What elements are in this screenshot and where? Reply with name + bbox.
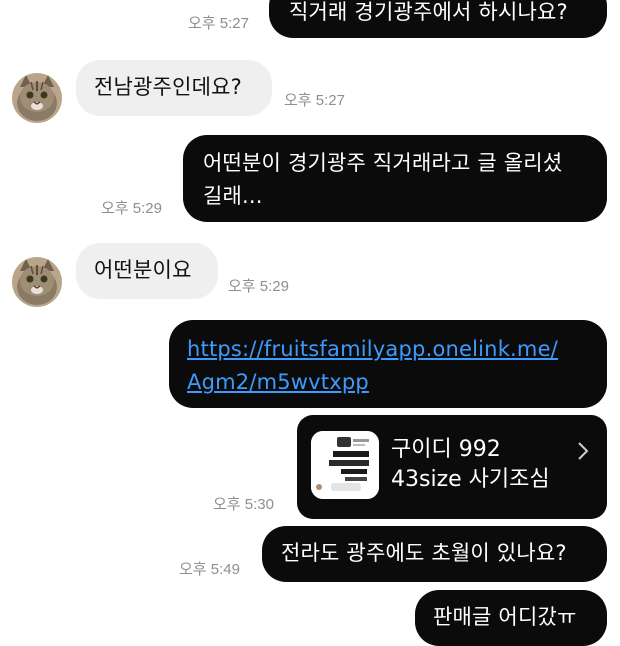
cat-avatar-icon[interactable]	[12, 73, 62, 123]
cat-avatar-icon[interactable]	[12, 257, 62, 307]
message-text: 어떤분이요	[94, 258, 192, 282]
message-text: 어떤분이 경기광주 직거래라고 글 올리셨	[203, 151, 563, 175]
timestamp: 오후 5:27	[284, 92, 345, 109]
outgoing-message[interactable]: 판매글 어디갔ㅠ	[415, 590, 607, 646]
timestamp: 오후 5:29	[228, 278, 289, 295]
outgoing-link-message[interactable]: https://fruitsfamilyapp.onelink.me/ Agm2…	[169, 320, 607, 408]
incoming-message[interactable]: 어떤분이요	[76, 243, 218, 299]
timestamp: 오후 5:49	[179, 561, 240, 578]
message-text: 직거래 경기광주에서 하시나요?	[289, 0, 568, 24]
timestamp: 오후 5:30	[213, 496, 274, 513]
message-text: 전라도 광주에도 초월이 있나요?	[281, 541, 567, 565]
timestamp: 오후 5:29	[101, 200, 162, 217]
message-text: 길래...	[203, 184, 263, 208]
timestamp: 오후 5:27	[188, 15, 249, 32]
link-preview-card[interactable]: 구이디 992 43size 사기조심	[297, 415, 607, 519]
preview-thumbnail	[311, 431, 379, 499]
chevron-right-icon	[577, 441, 589, 467]
outgoing-message[interactable]: 전라도 광주에도 초월이 있나요?	[262, 526, 607, 582]
message-text: 전남광주인데요?	[94, 75, 242, 99]
message-text: 판매글 어디갔ㅠ	[433, 605, 577, 629]
outgoing-message[interactable]: 직거래 경기광주에서 하시나요?	[269, 0, 607, 38]
message-link[interactable]: https://fruitsfamilyapp.onelink.me/	[187, 333, 607, 366]
outgoing-message[interactable]: 어떤분이 경기광주 직거래라고 글 올리셨 길래...	[183, 135, 607, 222]
incoming-message[interactable]: 전남광주인데요?	[76, 60, 272, 116]
preview-title: 구이디 992 43size 사기조심	[391, 437, 550, 492]
message-link[interactable]: Agm2/m5wvtxpp	[187, 366, 607, 399]
